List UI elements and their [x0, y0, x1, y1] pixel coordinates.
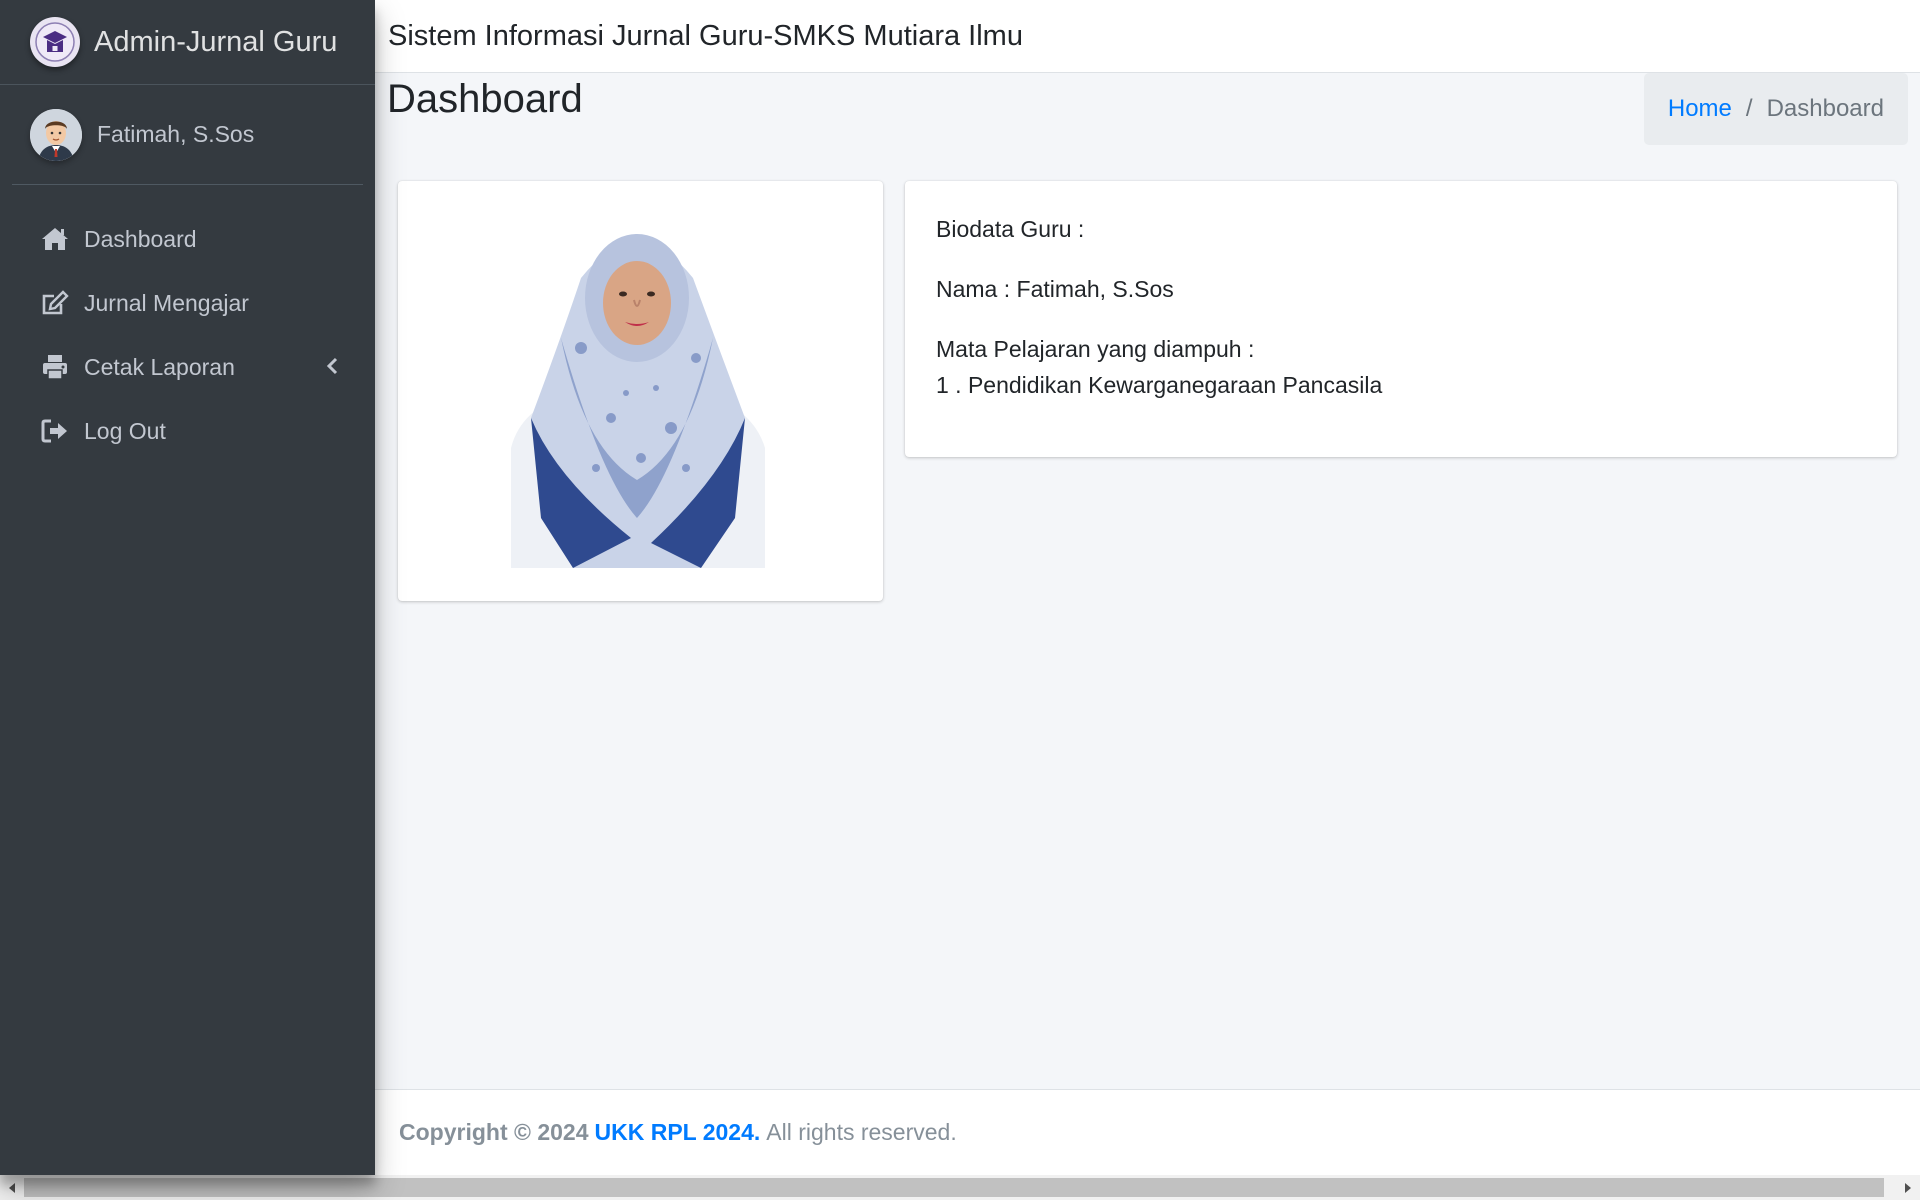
scroll-left-arrow-icon[interactable] — [0, 1175, 24, 1200]
sidebar-item-log-out[interactable]: Log Out — [0, 399, 375, 463]
scrollbar-thumb[interactable] — [24, 1178, 1884, 1197]
brand-logo-icon — [30, 17, 80, 67]
scroll-right-arrow-icon[interactable] — [1896, 1175, 1920, 1200]
brand-link[interactable]: Admin-Jurnal Guru — [0, 0, 375, 85]
user-name[interactable]: Fatimah, S.Sos — [97, 121, 254, 148]
biodata-heading: Biodata Guru : — [936, 216, 1085, 242]
breadcrumb-separator: / — [1745, 95, 1753, 122]
sign-out-icon — [40, 416, 70, 446]
system-title: Sistem Informasi Jurnal Guru-SMKS Mutiar… — [388, 19, 1023, 52]
breadcrumb-home-link[interactable]: Home — [1668, 95, 1732, 123]
breadcrumb: Home / Dashboard — [1643, 73, 1908, 145]
teacher-photo — [501, 218, 773, 568]
sidebar-nav: Dashboard Jurnal Mengajar Cetak Laporan … — [0, 185, 375, 463]
biodata-name: Nama : Fatimah, S.Sos — [936, 276, 1174, 302]
subjects-heading: Mata Pelajaran yang diampuh : — [936, 336, 1255, 362]
sidebar-item-label: Cetak Laporan — [84, 353, 235, 380]
footer-rights: All rights reserved. — [766, 1119, 957, 1145]
sidebar-item-label: Jurnal Mengajar — [84, 289, 249, 316]
page-title: Dashboard — [387, 77, 583, 121]
sidebar-item-cetak-laporan[interactable]: Cetak Laporan — [0, 335, 375, 399]
main-sidebar: Admin-Jurnal Guru Fatimah, S.Sos Dashboa… — [0, 0, 375, 1175]
edit-icon — [40, 288, 70, 318]
teacher-photo-card — [398, 181, 883, 601]
breadcrumb-current: Dashboard — [1766, 95, 1884, 122]
chevron-left-icon[interactable] — [323, 357, 341, 375]
subject-item: 1 . Pendidikan Kewarganegaraan Pancasila — [936, 372, 1383, 398]
content-header: Dashboard Home / Dashboard — [375, 73, 1920, 153]
brand-text: Admin-Jurnal Guru — [94, 25, 338, 58]
sidebar-item-label: Dashboard — [84, 225, 197, 252]
sidebar-item-dashboard[interactable]: Dashboard — [0, 207, 375, 271]
home-icon — [40, 224, 70, 254]
user-panel: Fatimah, S.Sos — [12, 85, 363, 185]
footer-link[interactable]: UKK RPL 2024. — [595, 1119, 761, 1146]
sidebar-item-jurnal-mengajar[interactable]: Jurnal Mengajar — [0, 271, 375, 335]
footer-copyright: Copyright © 2024 — [399, 1119, 589, 1145]
horizontal-scrollbar[interactable] — [0, 1175, 1920, 1200]
top-navbar: Sistem Informasi Jurnal Guru-SMKS Mutiar… — [375, 0, 1920, 73]
printer-icon — [40, 352, 70, 382]
sidebar-item-label: Log Out — [84, 417, 166, 444]
footer: Copyright © 2024 UKK RPL 2024. All right… — [375, 1089, 1920, 1175]
user-avatar[interactable] — [30, 108, 82, 161]
biodata-card: Biodata Guru : Nama : Fatimah, S.Sos Mat… — [905, 181, 1897, 457]
